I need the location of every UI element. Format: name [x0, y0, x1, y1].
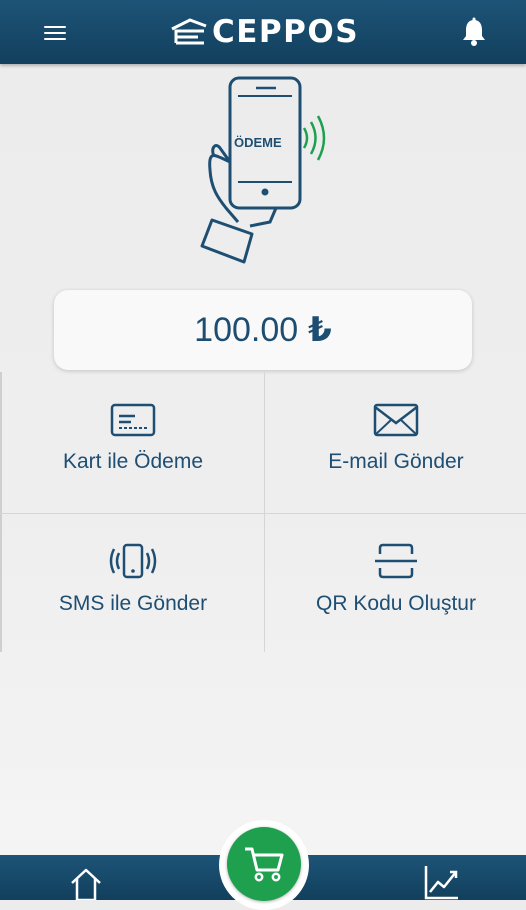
- brand-name: CEPPOS: [212, 14, 360, 50]
- logo-roof-icon: [171, 18, 207, 45]
- card-payment-label: Kart ile Ödeme: [62, 450, 204, 473]
- email-send-button[interactable]: E-mail Gönder: [265, 372, 526, 512]
- sms-send-label: SMS ile Gönder: [58, 592, 208, 615]
- amount-value: 100.00: [194, 310, 299, 349]
- home-icon[interactable]: [68, 866, 104, 902]
- currency-symbol: ₺: [308, 311, 332, 349]
- qr-scan-icon: [265, 542, 526, 580]
- qr-create-label: QR Kodu Oluştur: [316, 592, 476, 615]
- top-app-bar: CEPPOS: [0, 0, 526, 64]
- email-send-label: E-mail Gönder: [328, 450, 464, 473]
- ceppos-logo: CEPPOS: [170, 12, 359, 52]
- qr-create-button[interactable]: QR Kodu Oluştur: [265, 514, 526, 654]
- vibrating-phone-icon: [2, 542, 264, 580]
- hero-phone-text: ÖDEME: [234, 135, 282, 150]
- card-payment-button[interactable]: Kart ile Ödeme: [2, 372, 264, 512]
- shopping-cart-icon[interactable]: [227, 827, 301, 901]
- sms-send-button[interactable]: SMS ile Gönder: [2, 514, 264, 654]
- payment-actions-grid: Kart ile Ödeme E-mail Gönder SMS ile Gön…: [0, 372, 526, 652]
- chart-icon[interactable]: [422, 864, 460, 900]
- phone-payment-illustration: ÖDEME: [186, 70, 346, 270]
- bell-icon[interactable]: [454, 14, 494, 50]
- credit-card-icon: [2, 402, 264, 438]
- amount-display[interactable]: 100.00 ₺: [54, 290, 472, 370]
- hamburger-menu-icon[interactable]: [40, 18, 70, 48]
- envelope-icon: [265, 402, 526, 438]
